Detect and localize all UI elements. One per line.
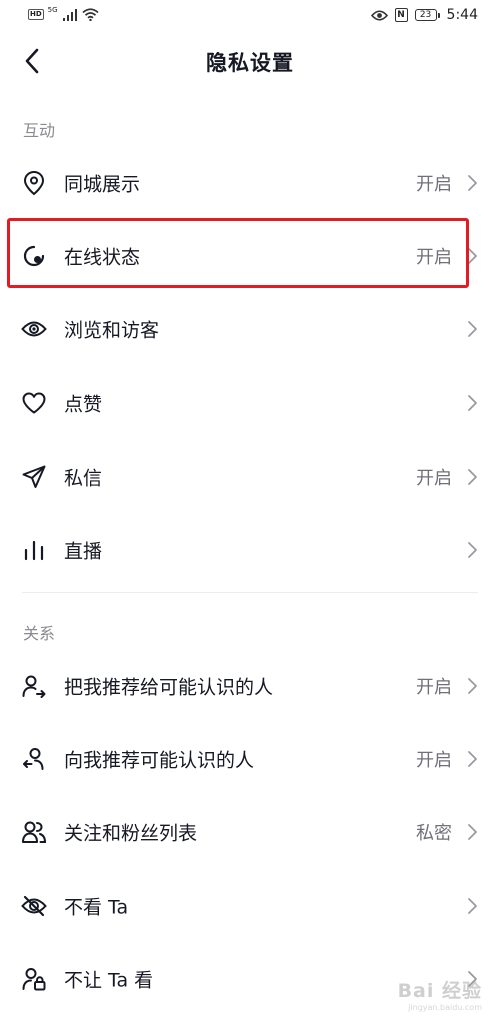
watermark-url: jingyan.baidu.com — [408, 1003, 482, 1012]
row-label: 不看 Ta — [64, 896, 129, 919]
row-recommend-to-me[interactable]: 向我推荐可能认识的人 开启 — [0, 723, 500, 795]
location-pin-icon — [21, 170, 47, 196]
network-type: 5G — [47, 5, 58, 14]
row-local-display[interactable]: 同城展示 开启 — [0, 147, 500, 219]
row-private-message[interactable]: 私信 开启 — [0, 441, 500, 513]
chevron-right-icon — [468, 751, 477, 767]
heart-icon — [21, 390, 47, 416]
row-browse-visitors[interactable]: 浏览和访客 — [0, 293, 500, 365]
eye-comfort-icon — [370, 9, 388, 21]
status-left: HD 5G — [28, 5, 99, 21]
eye-icon — [21, 316, 47, 342]
eye-off-icon — [21, 893, 47, 919]
row-label: 私信 — [64, 467, 103, 490]
hd-badge: HD — [28, 9, 44, 20]
chevron-right-icon — [468, 898, 477, 914]
battery-icon: 23 — [414, 9, 440, 21]
row-value: 开启 — [416, 677, 452, 698]
row-likes[interactable]: 点赞 — [0, 367, 500, 439]
paper-plane-icon — [21, 464, 47, 490]
row-recommend-me-to-others[interactable]: 把我推荐给可能认识的人 开启 — [0, 650, 500, 722]
section-title-relation: 关系 — [23, 624, 56, 643]
chevron-right-icon — [468, 678, 477, 694]
section-divider — [22, 592, 478, 593]
chevron-right-icon — [468, 824, 477, 840]
highlight-annotation-box — [7, 218, 469, 288]
row-label: 同城展示 — [64, 173, 141, 196]
user-recommend-icon — [21, 746, 47, 772]
chevron-right-icon — [468, 175, 477, 191]
row-label: 浏览和访客 — [64, 319, 160, 342]
chevron-right-icon — [468, 542, 477, 558]
chevron-right-icon — [468, 469, 477, 485]
user-lock-icon — [21, 966, 47, 992]
row-label: 点赞 — [64, 393, 103, 416]
chevron-right-icon — [468, 395, 477, 411]
user-share-icon — [21, 673, 47, 699]
row-value: 开启 — [416, 750, 452, 771]
row-label: 关注和粉丝列表 — [64, 822, 198, 845]
clock: 5:44 — [446, 7, 478, 23]
live-bars-icon — [21, 537, 47, 563]
row-value: 开启 — [416, 174, 452, 195]
baidu-jingyan-watermark: Bai 经验 jingyan.baidu.com — [398, 976, 482, 1012]
row-label: 把我推荐给可能认识的人 — [64, 676, 274, 699]
header: 隐私设置 — [0, 34, 500, 88]
page-title: 隐私设置 — [206, 51, 294, 75]
row-follow-fans-list[interactable]: 关注和粉丝列表 私密 — [0, 796, 500, 868]
section-title-interaction: 互动 — [23, 121, 56, 140]
row-label: 向我推荐可能认识的人 — [64, 749, 255, 772]
row-label: 不让 Ta 看 — [64, 969, 154, 992]
signal-icon — [62, 8, 77, 21]
status-right: N 23 5:44 — [370, 7, 478, 23]
wifi-icon — [81, 8, 99, 21]
status-bar: HD 5G N 23 5:44 — [0, 0, 500, 34]
watermark-text: Bai 经验 — [397, 980, 482, 1002]
chevron-right-icon — [468, 321, 477, 337]
users-icon — [21, 819, 47, 845]
battery-level: 23 — [414, 9, 437, 21]
row-value: 私密 — [416, 823, 452, 844]
row-hide-their-content[interactable]: 不看 Ta — [0, 870, 500, 942]
row-value: 开启 — [416, 468, 452, 489]
nfc-icon: N — [394, 8, 408, 22]
row-label: 直播 — [64, 540, 103, 563]
row-live[interactable]: 直播 — [0, 514, 500, 586]
